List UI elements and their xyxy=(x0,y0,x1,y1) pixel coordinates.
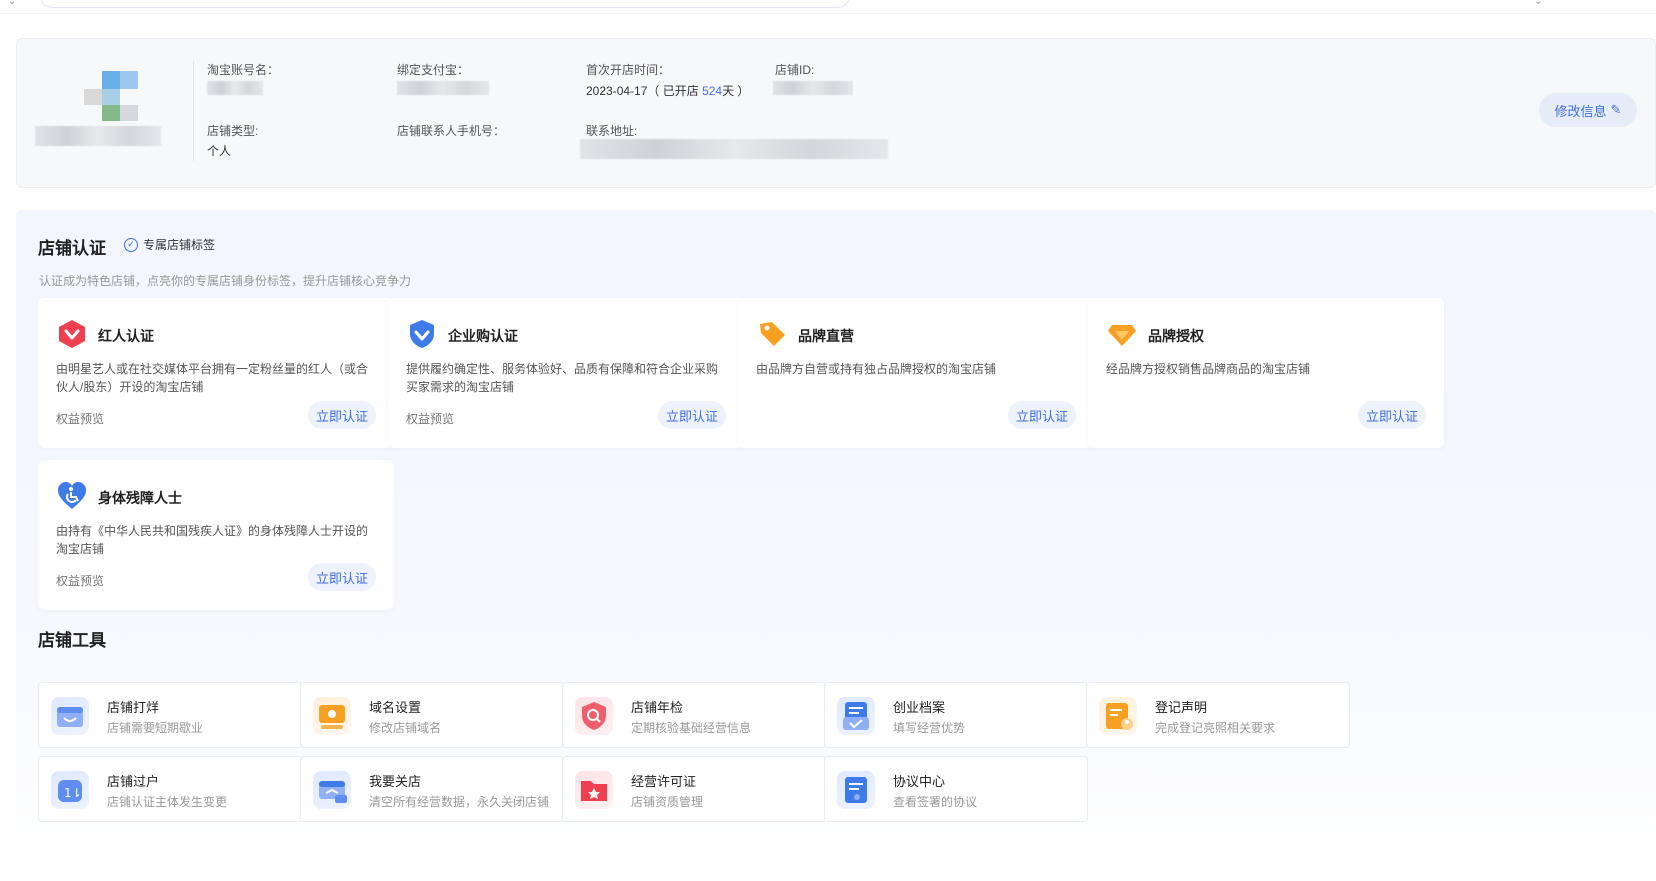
tool-name: 店铺打烊 xyxy=(107,700,160,715)
tool-registration-statement[interactable]: 登记声明 完成登记亮照相关要求 xyxy=(1086,682,1350,748)
tool-startup-profile[interactable]: 创业档案 填写经营优势 xyxy=(824,682,1088,748)
address-label: 联系地址: xyxy=(586,124,638,138)
orange-diamond-icon xyxy=(1108,325,1136,346)
tool-name: 登记声明 xyxy=(1155,700,1208,715)
tool-name: 域名设置 xyxy=(369,700,422,715)
tool-desc: 定期核验基础经营信息 xyxy=(631,721,752,735)
tool-desc: 填写经营优势 xyxy=(893,721,966,735)
tool-agreement-center[interactable]: 协议中心 查看签署的协议 xyxy=(824,756,1088,822)
chevron-down-icon[interactable]: ⌄ xyxy=(8,0,16,7)
tool-business-license[interactable]: 经营许可证 店铺资质管理 xyxy=(562,756,826,822)
section-subtitle: 认证成为特色店铺，点亮你的专属店铺身份标签，提升店铺核心竞争力 xyxy=(39,274,412,288)
annual-check-shield-icon xyxy=(575,697,613,735)
shop-name-redacted xyxy=(35,126,161,146)
phone-label: 店铺联系人手机号： xyxy=(397,124,506,138)
shop-certification-section: 店铺认证 ✓ 专属店铺标签 认证成为特色店铺，点亮你的专属店铺身份标签，提升店铺… xyxy=(16,210,1656,881)
cert-card-influencer: 红人认证 由明星艺人或在社交媒体平台拥有一定粉丝量的红人（或合伙人/股东）开设的… xyxy=(38,298,394,448)
close-shop-icon xyxy=(313,771,351,809)
card-desc: 经品牌方授权销售品牌商品的淘宝店铺 xyxy=(1106,362,1311,376)
tool-close-shop[interactable]: 我要关店 清空所有经营数据，永久关闭店铺 xyxy=(300,756,564,822)
card-desc: 由明星艺人或在社交媒体平台拥有一定粉丝量的红人（或合伙人/股东）开设的淘宝店铺 xyxy=(56,362,369,394)
certify-now-button[interactable]: 立即认证 xyxy=(658,401,726,429)
tool-name: 创业档案 xyxy=(893,700,946,715)
exclusive-tag-link[interactable]: ✓ 专属店铺标签 xyxy=(124,236,215,253)
tool-shop-close[interactable]: 店铺打烊 店铺需要短期歇业 xyxy=(38,682,302,748)
alipay-label: 绑定支付宝： xyxy=(397,63,470,77)
certify-now-button[interactable]: 立即认证 xyxy=(1358,401,1426,429)
business-license-icon xyxy=(575,771,613,809)
shop-profile-panel: 淘宝账号名： 绑定支付宝： 首次开店时间： 2023-04-17（ 已开店 52… xyxy=(16,38,1656,188)
tool-desc: 完成登记亮照相关要求 xyxy=(1155,721,1276,735)
card-desc: 由持有《中华人民共和国残疾人证》的身体残障人士开设的淘宝店铺 xyxy=(56,524,369,556)
registration-statement-icon xyxy=(1099,697,1137,735)
section-title: 店铺认证 xyxy=(38,239,106,258)
edit-info-button[interactable]: 修改信息 ✎ xyxy=(1539,93,1637,127)
tool-name: 店铺过户 xyxy=(107,774,160,789)
tool-desc: 店铺需要短期歇业 xyxy=(107,721,204,735)
edit-info-label: 修改信息 xyxy=(1554,103,1607,119)
search-input[interactable] xyxy=(40,0,850,8)
taobao-account-value-redacted xyxy=(207,81,263,95)
orange-tag-icon xyxy=(760,322,785,346)
cert-card-disability: 身体残障人士 由持有《中华人民共和国残疾人证》的身体残障人士开设的淘宝店铺 权益… xyxy=(38,460,394,610)
tool-desc: 店铺认证主体发生变更 xyxy=(107,795,228,809)
divider xyxy=(193,61,194,161)
card-title: 品牌直营 xyxy=(798,328,854,344)
certify-now-button[interactable]: 立即认证 xyxy=(308,401,376,429)
avatar xyxy=(72,71,144,123)
tool-name: 我要关店 xyxy=(369,774,422,789)
certify-now-button[interactable]: 立即认证 xyxy=(1008,401,1076,429)
card-title: 身体残障人士 xyxy=(98,490,182,506)
tool-desc: 修改店铺域名 xyxy=(369,721,442,735)
shop-transfer-icon: 1⇂ xyxy=(51,771,89,809)
address-value-redacted xyxy=(580,139,888,159)
shop-type-value: 个人 xyxy=(207,144,232,158)
alipay-value-redacted xyxy=(397,81,489,95)
benefit-preview-link[interactable]: 权益预览 xyxy=(56,572,104,589)
tool-desc: 查看签署的协议 xyxy=(893,795,978,809)
open-days: 524 xyxy=(702,84,723,98)
tool-name: 经营许可证 xyxy=(631,774,697,789)
pencil-icon: ✎ xyxy=(1610,102,1622,117)
top-bar: ⌄ ⌄ xyxy=(0,0,1656,14)
tool-domain-setting[interactable]: 域名设置 修改店铺域名 xyxy=(300,682,564,748)
domain-setting-icon xyxy=(313,697,351,735)
card-desc: 由品牌方自营或持有独占品牌授权的淘宝店铺 xyxy=(756,362,997,376)
tools-section-title: 店铺工具 xyxy=(38,631,106,650)
tool-shop-transfer[interactable]: 1⇂ 店铺过户 店铺认证主体发生变更 xyxy=(38,756,302,822)
red-hexagon-v-icon xyxy=(59,320,85,348)
tool-name: 协议中心 xyxy=(893,774,946,789)
card-desc: 提供履约确定性、服务体验好、品质有保障和符合企业采购买家需求的淘宝店铺 xyxy=(406,362,719,394)
benefit-preview-link[interactable]: 权益预览 xyxy=(406,410,454,427)
benefit-preview-link[interactable]: 权益预览 xyxy=(56,410,104,427)
shop-id-label: 店铺ID: xyxy=(775,63,815,77)
cert-card-enterprise: 企业购认证 提供履约确定性、服务体验好、品质有保障和符合企业采购买家需求的淘宝店… xyxy=(388,298,744,448)
taobao-account-label: 淘宝账号名： xyxy=(207,63,280,77)
shop-type-label: 店铺类型: xyxy=(207,124,259,138)
chevron-down-icon[interactable]: ⌄ xyxy=(1534,0,1542,7)
agreement-center-icon xyxy=(837,771,875,809)
open-time-value: 2023-04-17（ 已开店 524天 ） xyxy=(586,84,750,98)
startup-profile-icon xyxy=(837,697,875,735)
card-title: 企业购认证 xyxy=(448,328,518,344)
certify-now-button[interactable]: 立即认证 xyxy=(308,563,376,591)
check-circle-icon: ✓ xyxy=(124,237,138,252)
cert-card-brand-direct: 品牌直营 由品牌方自营或持有独占品牌授权的淘宝店铺 立即认证 xyxy=(738,298,1094,448)
svg-text:1⇂: 1⇂ xyxy=(64,786,82,800)
blue-heart-wheelchair-icon xyxy=(58,482,86,509)
tool-desc: 清空所有经营数据，永久关闭店铺 xyxy=(369,795,550,809)
tool-name: 店铺年检 xyxy=(631,700,684,715)
card-title: 品牌授权 xyxy=(1148,328,1204,344)
cert-card-brand-authorized: 品牌授权 经品牌方授权销售品牌商品的淘宝店铺 立即认证 xyxy=(1088,298,1444,448)
tool-annual-check[interactable]: 店铺年检 定期核验基础经营信息 xyxy=(562,682,826,748)
shop-close-icon xyxy=(51,697,89,735)
card-title: 红人认证 xyxy=(98,328,154,344)
tool-desc: 店铺资质管理 xyxy=(631,795,704,809)
shop-id-value-redacted xyxy=(773,81,853,95)
blue-shield-v-icon xyxy=(410,320,434,348)
open-time-label: 首次开店时间： xyxy=(586,63,671,77)
